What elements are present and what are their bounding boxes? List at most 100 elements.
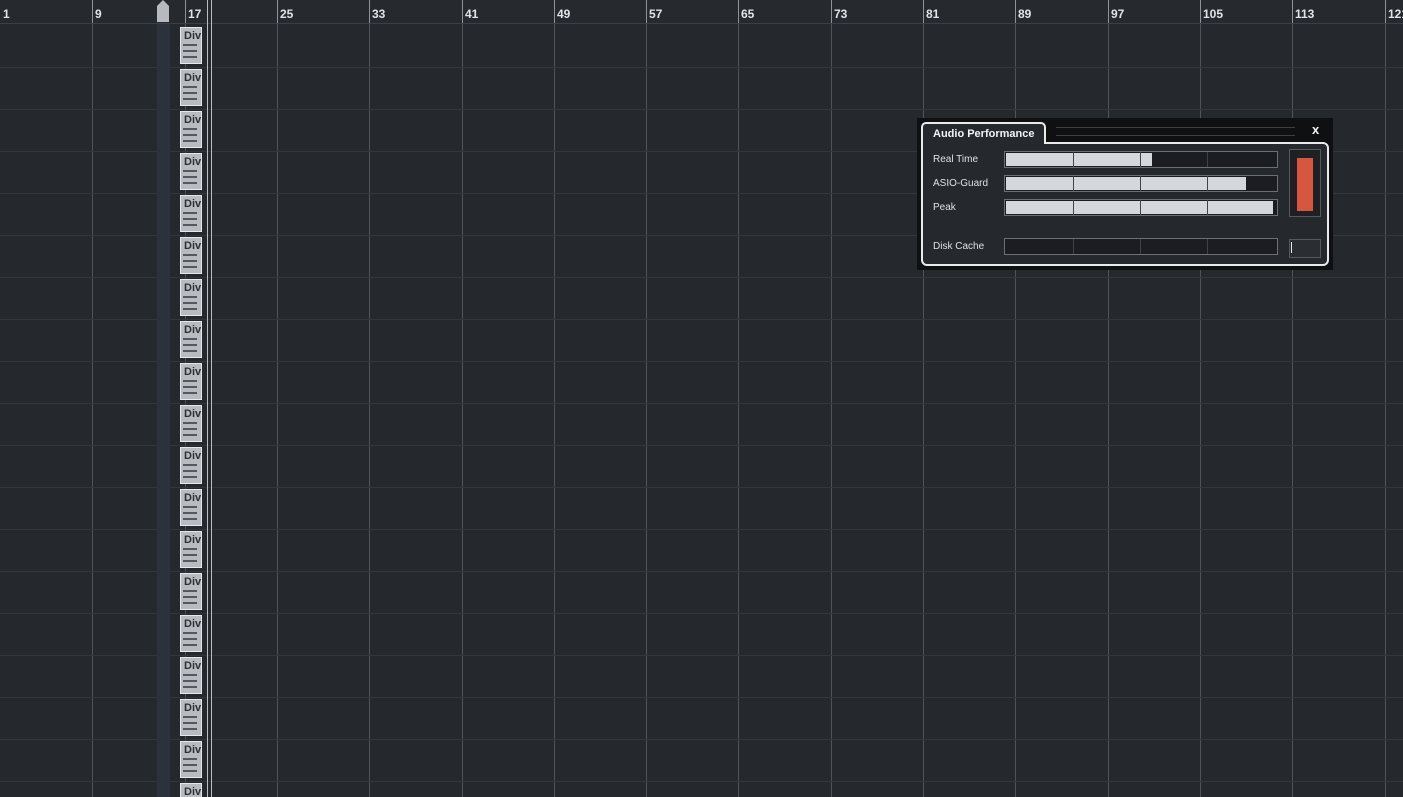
ruler-bar-number: 41 [465,7,479,21]
div-part[interactable]: Div [180,363,202,400]
disk-cache-label: Disk Cache [933,241,985,252]
ruler-tick [646,0,647,23]
part-content-icon [183,590,197,608]
part-name: Div [184,618,202,630]
div-part[interactable]: Div [180,741,202,778]
div-part[interactable]: Div [180,27,202,64]
part-content-icon [183,758,197,776]
part-content-icon [183,296,197,314]
asio-guard-meter-fill [1006,177,1246,190]
div-part[interactable]: Div [180,573,202,610]
disk-overload-indicator[interactable] [1289,239,1321,258]
audio-performance-window[interactable]: Audio Performance x Real Time ASIO-Guard… [917,118,1333,270]
part-content-icon [183,254,197,272]
part-name: Div [184,114,202,126]
real-time-meter [1004,151,1278,168]
meter-segment-divider [1140,152,1141,167]
div-part[interactable]: Div [180,279,202,316]
ruler-bar-number: 89 [1018,7,1032,21]
part-content-icon [183,128,197,146]
part-content-icon [183,380,197,398]
part-name: Div [184,702,202,714]
overload-indicator[interactable] [1289,149,1321,217]
project-cursor-edge [211,0,212,797]
project-cursor[interactable] [207,0,208,797]
cycle-region[interactable] [157,24,170,797]
bar-gridline [1385,24,1386,797]
bar-gridline [831,24,832,797]
part-name: Div [184,534,202,546]
asio-guard-meter [1004,175,1278,192]
ruler-tick [923,0,924,23]
bar-gridline [738,24,739,797]
part-name: Div [184,786,202,797]
meter-segment-divider [1073,176,1074,191]
title-bar-grip[interactable] [1056,127,1295,136]
div-part[interactable]: Div [180,237,202,274]
part-content-icon [183,548,197,566]
bar-gridline [462,24,463,797]
div-part[interactable]: Div [180,699,202,736]
div-part[interactable]: Div [180,783,202,797]
ruler-tick [1292,0,1293,23]
project-window: 1 9 17 25 33 41 49 57 65 73 81 89 97 105 113 121 Div Div… [0,0,1403,797]
ruler-bar-number: 73 [834,7,848,21]
part-content-icon [183,464,197,482]
part-content-icon [183,674,197,692]
ruler-tick [92,0,93,23]
audio-performance-tab[interactable]: Audio Performance [921,122,1046,144]
part-name: Div [184,282,202,294]
real-time-meter-fill [1006,153,1152,166]
part-content-icon [183,44,197,62]
ruler-bar-number: 25 [280,7,294,21]
div-part[interactable]: Div [180,447,202,484]
part-name: Div [184,198,202,210]
bar-gridline [554,24,555,797]
div-part[interactable]: Div [180,321,202,358]
div-part[interactable]: Div [180,111,202,148]
div-part[interactable]: Div [180,531,202,568]
ruler-tick [554,0,555,23]
disk-cache-meter [1004,238,1278,255]
div-part[interactable]: Div [180,153,202,190]
peak-label: Peak [933,202,956,213]
ruler-bar-number: 97 [1111,7,1125,21]
bar-gridline [369,24,370,797]
part-name: Div [184,156,202,168]
meter-segment-divider [1073,152,1074,167]
meter-segment-divider [1140,176,1141,191]
disk-indicator-mark [1291,242,1292,253]
part-content-icon [183,86,197,104]
marker-flag-icon[interactable] [157,0,169,22]
bar-gridline [92,24,93,797]
close-button[interactable]: x [1312,122,1319,137]
div-part[interactable]: Div [180,195,202,232]
ruler-bar-number: 49 [557,7,571,21]
audio-performance-panel: Real Time ASIO-Guard Peak Disk Cache [921,142,1329,266]
part-content-icon [183,632,197,650]
ruler-bar-number: 9 [95,7,102,21]
div-part[interactable]: Div [180,405,202,442]
part-content-icon [183,338,197,356]
ruler-tick [831,0,832,23]
bar-gridline [646,24,647,797]
part-content-icon [183,170,197,188]
ruler-tick [462,0,463,23]
part-name: Div [184,660,202,672]
div-part[interactable]: Div [180,657,202,694]
ruler-bar-number: 113 [1295,7,1315,21]
ruler-bar-number: 105 [1203,7,1224,21]
part-name: Div [184,408,202,420]
overload-led [1297,158,1313,211]
div-part[interactable]: Div [180,69,202,106]
part-name: Div [184,450,202,462]
div-part[interactable]: Div [180,489,202,526]
part-name: Div [184,492,202,504]
ruler-bar-number: 33 [372,7,386,21]
asio-guard-label: ASIO-Guard [933,178,989,189]
meter-segment-divider [1207,200,1208,215]
part-name: Div [184,744,202,756]
div-part[interactable]: Div [180,615,202,652]
ruler-bar-number: 57 [649,7,663,21]
ruler-tick [1385,0,1386,23]
